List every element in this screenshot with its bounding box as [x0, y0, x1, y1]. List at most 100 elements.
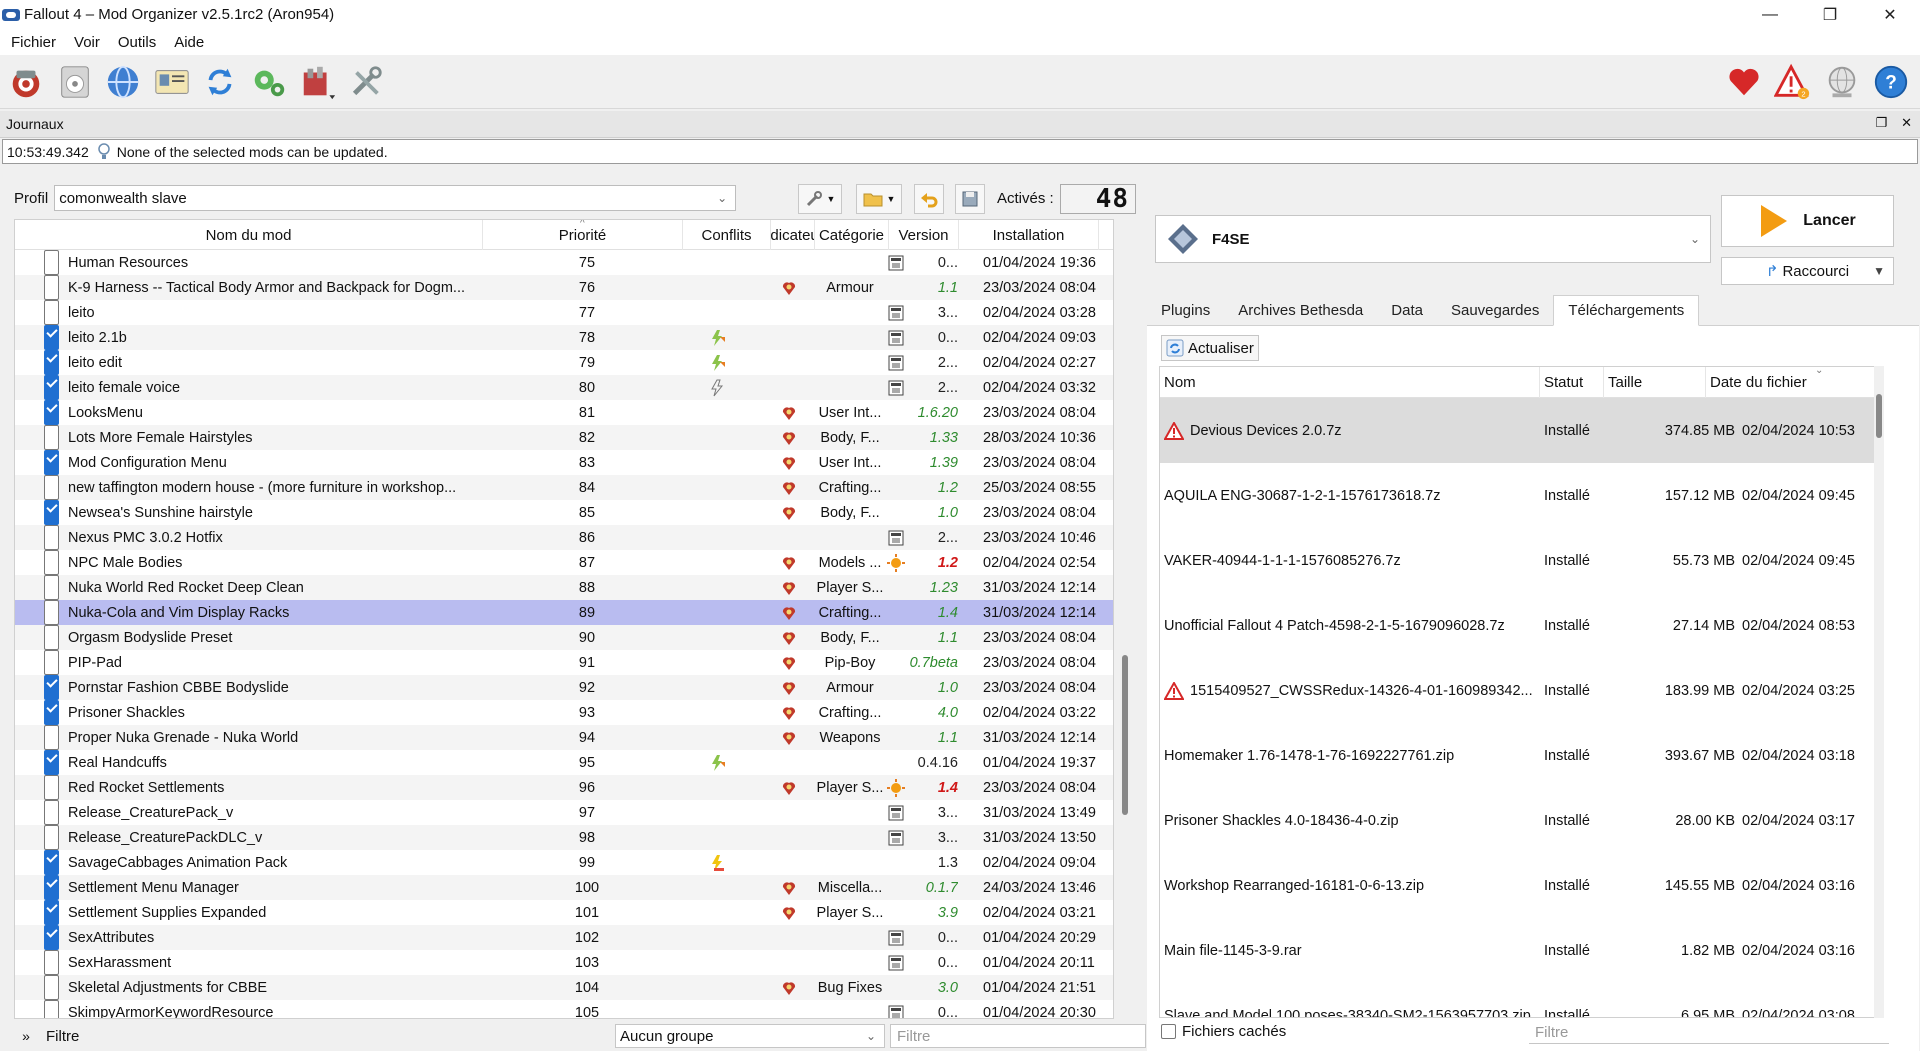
mod-enabled-checkbox[interactable]: [44, 425, 59, 450]
mod-enabled-checkbox[interactable]: [44, 850, 59, 875]
mod-enabled-checkbox[interactable]: [44, 875, 59, 900]
mod-row[interactable]: Newsea's Sunshine hairstyle 85 Body, F... 1…: [15, 500, 1113, 525]
tab-sauvegardes[interactable]: Sauvegardes: [1437, 295, 1553, 326]
col-installation[interactable]: Installation: [959, 220, 1099, 250]
executable-select[interactable]: F4SE ⌄: [1155, 215, 1711, 263]
install-mod-icon[interactable]: [55, 62, 95, 102]
mod-list-scrollbar[interactable]: [1120, 219, 1130, 1019]
profiles-icon[interactable]: [152, 62, 192, 102]
mod-enabled-checkbox[interactable]: [44, 575, 59, 600]
mod-row[interactable]: SexHarassment 103 0... 01/04/2024 20:11: [15, 950, 1113, 975]
menu-fichier[interactable]: Fichier: [2, 34, 65, 51]
minimize-button[interactable]: —: [1740, 0, 1800, 29]
menu-aide[interactable]: Aide: [165, 34, 213, 51]
mod-row[interactable]: leito edit 79 2... 02/04/2024 02:27: [15, 350, 1113, 375]
profile-select[interactable]: comonwealth slave ⌄: [54, 185, 737, 211]
mod-enabled-checkbox[interactable]: [44, 900, 59, 925]
download-row[interactable]: Devious Devices 2.0.7z Installé 374.85 MB 0…: [1160, 398, 1883, 463]
tab-data[interactable]: Data: [1377, 295, 1437, 326]
mod-enabled-checkbox[interactable]: [44, 650, 59, 675]
mod-enabled-checkbox[interactable]: [44, 725, 59, 750]
update-check-icon[interactable]: [1822, 62, 1862, 102]
col-flags[interactable]: ıdicateu: [771, 220, 815, 250]
mod-row[interactable]: SavageCabbages Animation Pack 99 1.3 02/04/…: [15, 850, 1113, 875]
open-folder-button[interactable]: ▼: [856, 184, 902, 214]
download-row[interactable]: Slave and Model 100 poses-38340-SM2-1563…: [1160, 983, 1883, 1018]
col-dl-name[interactable]: Nom: [1160, 367, 1540, 398]
menu-voir[interactable]: Voir: [65, 34, 109, 51]
mod-row[interactable]: leito female voice 80 2... 02/04/2024 03:32: [15, 375, 1113, 400]
downloads-scrollbar[interactable]: [1874, 366, 1884, 1018]
mod-row[interactable]: Human Resources 75 0... 01/04/2024 19:36: [15, 250, 1113, 275]
shortcut-button[interactable]: ↱ Raccourci ▼: [1721, 257, 1894, 285]
col-version[interactable]: Version: [889, 220, 959, 250]
mod-enabled-checkbox[interactable]: [44, 550, 59, 575]
download-row[interactable]: Unofficial Fallout 4 Patch-4598-2-1-5-16…: [1160, 593, 1883, 658]
create-backup-button[interactable]: [955, 184, 985, 214]
mod-row[interactable]: NPC Male Bodies 87 Models ... 1.2 02/04/2024…: [15, 550, 1113, 575]
mod-enabled-checkbox[interactable]: [44, 700, 59, 725]
download-row[interactable]: Homemaker 1.76-1478-1-76-1692227761.zip I…: [1160, 723, 1883, 788]
mod-row[interactable]: Nexus PMC 3.0.2 Hotfix 86 2... 23/03/2024 1…: [15, 525, 1113, 550]
scrollbar-thumb[interactable]: [1122, 655, 1128, 815]
mod-row[interactable]: new taffington modern house - (more furn…: [15, 475, 1113, 500]
mod-row[interactable]: Orgasm Bodyslide Preset 90 Body, F... 1.1 23…: [15, 625, 1113, 650]
download-row[interactable]: VAKER-40944-1-1-1-1576085276.7z Installé 5…: [1160, 528, 1883, 593]
mod-enabled-checkbox[interactable]: [44, 950, 59, 975]
col-dl-status[interactable]: Statut: [1540, 367, 1604, 398]
executables-icon[interactable]: [249, 62, 289, 102]
mod-enabled-checkbox[interactable]: [44, 825, 59, 850]
col-conflicts[interactable]: Conflits: [683, 220, 771, 250]
mod-row[interactable]: Settlement Menu Manager 100 Miscella... 0.1…: [15, 875, 1113, 900]
tools-icon[interactable]: [298, 62, 338, 102]
restore-backup-button[interactable]: [914, 184, 944, 214]
mod-enabled-checkbox[interactable]: [44, 275, 59, 300]
mod-row[interactable]: Lots More Female Hairstyles 82 Body, F... 1…: [15, 425, 1113, 450]
download-row[interactable]: Prisoner Shackles 4.0-18436-4-0.zip Insta…: [1160, 788, 1883, 853]
col-dl-date[interactable]: Date du fichier: [1706, 367, 1883, 398]
menu-outils[interactable]: Outils: [109, 34, 165, 51]
mod-enabled-checkbox[interactable]: [44, 975, 59, 1000]
mod-enabled-checkbox[interactable]: [44, 325, 59, 350]
endorse-heart-icon[interactable]: [1724, 62, 1764, 102]
download-row[interactable]: 1515409527_CWSSRedux-14326-4-01-16098934…: [1160, 658, 1883, 723]
download-row[interactable]: Main file-1145-3-9.rar Installé 1.82 MB 02/…: [1160, 918, 1883, 983]
mod-enabled-checkbox[interactable]: [44, 475, 59, 500]
mod-enabled-checkbox[interactable]: [44, 250, 59, 275]
mod-row[interactable]: LooksMenu 81 User Int... 1.6.20 23/03/2024 0…: [15, 400, 1113, 425]
close-panel-icon[interactable]: ✕: [1901, 115, 1912, 131]
download-row[interactable]: Workshop Rearranged-16181-0-6-13.zip Inst…: [1160, 853, 1883, 918]
hidden-files-toggle[interactable]: Fichiers cachés: [1161, 1023, 1286, 1040]
mod-row[interactable]: leito 77 3... 02/04/2024 03:28: [15, 300, 1113, 325]
mod-row[interactable]: Release_CreaturePack_v 97 3... 31/03/2024 1…: [15, 800, 1113, 825]
mod-row[interactable]: Nuka World Red Rocket Deep Clean 88 Player…: [15, 575, 1113, 600]
mod-row[interactable]: Prisoner Shackles 93 Crafting... 4.0 02/04/2…: [15, 700, 1113, 725]
col-mod-name[interactable]: Nom du mod: [15, 220, 483, 250]
expand-filters-button[interactable]: »: [14, 1024, 38, 1048]
tab-plugins[interactable]: Plugins: [1147, 295, 1224, 326]
scrollbar-thumb[interactable]: [1876, 394, 1882, 438]
mod-enabled-checkbox[interactable]: [44, 775, 59, 800]
mod-row[interactable]: Mod Configuration Menu 83 User Int... 1.39 2…: [15, 450, 1113, 475]
settings-icon[interactable]: [346, 62, 386, 102]
hidden-files-checkbox[interactable]: [1161, 1024, 1176, 1039]
mod-enabled-checkbox[interactable]: [44, 300, 59, 325]
mod-row[interactable]: SexAttributes 102 0... 01/04/2024 20:29: [15, 925, 1113, 950]
download-row[interactable]: AQUILA ENG-30687-1-2-1-1576173618.7z Inst…: [1160, 463, 1883, 528]
launch-button[interactable]: Lancer: [1721, 195, 1894, 247]
problems-warning-icon[interactable]: 2: [1773, 62, 1813, 102]
mod-enabled-checkbox[interactable]: [44, 400, 59, 425]
refresh-icon[interactable]: [200, 62, 240, 102]
mod-row[interactable]: Pornstar Fashion CBBE Bodyslide 92 Armour 1…: [15, 675, 1113, 700]
mod-tools-button[interactable]: ▼: [798, 184, 842, 214]
mod-row[interactable]: PIP-Pad 91 Pip-Boy 0.7beta 23/03/2024 08:04: [15, 650, 1113, 675]
mod-enabled-checkbox[interactable]: [44, 750, 59, 775]
tab-telechargements[interactable]: Téléchargements: [1553, 295, 1700, 326]
mod-enabled-checkbox[interactable]: [44, 450, 59, 475]
mod-enabled-checkbox[interactable]: [44, 350, 59, 375]
mod-row[interactable]: Red Rocket Settlements 96 Player S... 1.4 23…: [15, 775, 1113, 800]
mod-row[interactable]: Skeletal Adjustments for CBBE 104 Bug Fixe…: [15, 975, 1113, 1000]
mod-enabled-checkbox[interactable]: [44, 1000, 59, 1018]
help-icon[interactable]: ?: [1871, 62, 1911, 102]
mod-enabled-checkbox[interactable]: [44, 675, 59, 700]
